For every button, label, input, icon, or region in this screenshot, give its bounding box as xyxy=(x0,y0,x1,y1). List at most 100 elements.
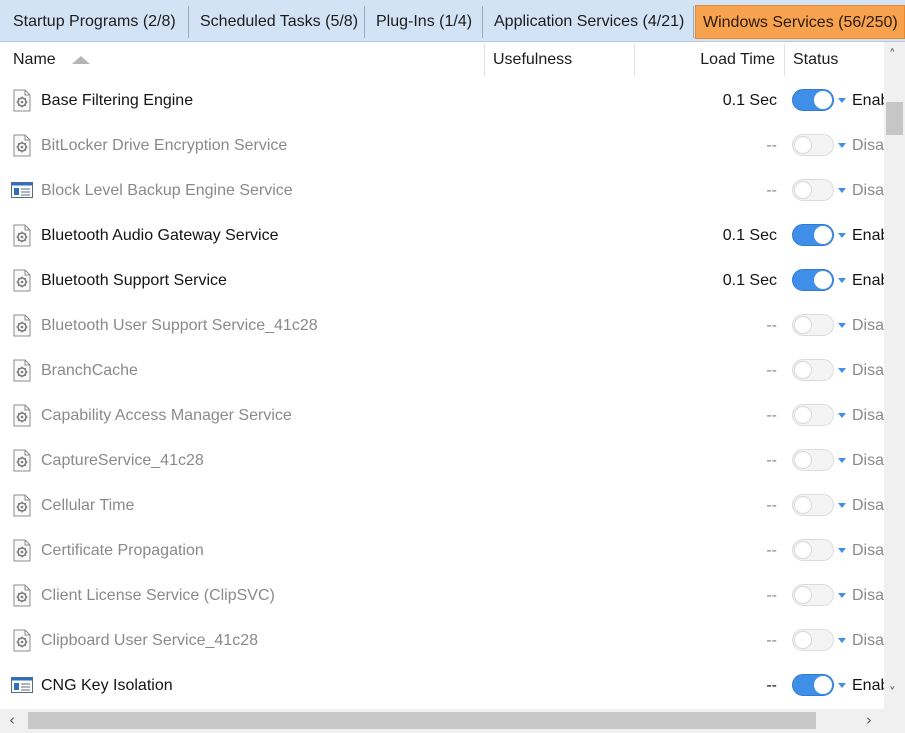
toggle-knob xyxy=(814,91,832,109)
status-toggle[interactable] xyxy=(792,449,834,471)
table-row[interactable]: Certificate Propagation -- Disabled xyxy=(0,528,884,573)
load-time-value: -- xyxy=(766,587,777,604)
load-time-value: -- xyxy=(766,452,777,469)
load-time-value: -- xyxy=(766,497,777,514)
status-label: Enabled xyxy=(852,677,884,694)
chevron-down-icon[interactable] xyxy=(838,683,846,688)
load-time-value: -- xyxy=(766,677,777,694)
service-name: Bluetooth Support Service xyxy=(41,272,227,289)
status-label: Enabled xyxy=(852,227,884,244)
status-toggle[interactable] xyxy=(792,584,834,606)
window-app-icon xyxy=(11,676,33,699)
table-row[interactable]: Base Filtering Engine 0.1 Sec Enabled xyxy=(0,78,884,123)
table-row[interactable]: Block Level Backup Engine Service -- Disab… xyxy=(0,168,884,213)
load-time-value: -- xyxy=(766,632,777,649)
service-icon xyxy=(12,89,32,112)
status-toggle[interactable] xyxy=(792,224,834,246)
status-toggle[interactable] xyxy=(792,179,834,201)
toggle-knob xyxy=(794,316,812,334)
scroll-right-icon[interactable]: › xyxy=(866,711,872,729)
status-toggle[interactable] xyxy=(792,674,834,696)
horizontal-scroll-thumb[interactable] xyxy=(28,712,816,729)
table-row[interactable]: Bluetooth Audio Gateway Service 0.1 Sec En… xyxy=(0,213,884,258)
category-tab-bar: Startup Programs (2/8) Scheduled Tasks (… xyxy=(0,0,905,42)
load-time-value: -- xyxy=(766,137,777,154)
load-time-value: 0.1 Sec xyxy=(722,227,777,244)
status-label: Disabled xyxy=(852,137,884,154)
chevron-down-icon[interactable] xyxy=(838,368,846,373)
column-divider[interactable] xyxy=(634,44,635,76)
load-time-value: -- xyxy=(766,182,777,199)
toggle-knob xyxy=(794,496,812,514)
table-row[interactable]: Client License Service (ClipSVC) -- Disabl… xyxy=(0,573,884,618)
service-icon xyxy=(12,449,32,472)
load-time-value: -- xyxy=(766,407,777,424)
chevron-down-icon[interactable] xyxy=(838,638,846,643)
tab-scheduled-tasks[interactable]: Scheduled Tasks (5/8) xyxy=(189,6,365,38)
table-row[interactable]: BranchCache -- Disabled xyxy=(0,348,884,393)
service-icon xyxy=(12,539,32,562)
status-toggle[interactable] xyxy=(792,314,834,336)
column-name-header[interactable]: Name xyxy=(13,42,56,78)
column-divider[interactable] xyxy=(784,44,785,76)
sort-ascending-icon xyxy=(72,56,90,64)
service-name: Clipboard User Service_41c28 xyxy=(41,632,258,649)
status-toggle[interactable] xyxy=(792,404,834,426)
scroll-up-icon[interactable]: ˄ xyxy=(889,48,896,63)
status-toggle[interactable] xyxy=(792,134,834,156)
table-row[interactable]: CNG Key Isolation -- Enabled xyxy=(0,663,884,708)
load-time-value: 0.1 Sec xyxy=(722,272,777,289)
tab-windows-services[interactable]: Windows Services (56/250) xyxy=(695,5,905,39)
service-icon xyxy=(12,134,32,157)
status-toggle[interactable] xyxy=(792,539,834,561)
chevron-down-icon[interactable] xyxy=(838,413,846,418)
toggle-knob xyxy=(794,181,812,199)
table-row[interactable]: Bluetooth Support Service 0.1 Sec Enabled xyxy=(0,258,884,303)
chevron-down-icon[interactable] xyxy=(838,548,846,553)
chevron-down-icon[interactable] xyxy=(838,188,846,193)
chevron-down-icon[interactable] xyxy=(838,503,846,508)
chevron-down-icon[interactable] xyxy=(838,143,846,148)
column-divider[interactable] xyxy=(484,44,485,76)
column-usefulness-header[interactable]: Usefulness xyxy=(493,42,572,78)
vertical-scroll-thumb[interactable] xyxy=(886,102,903,135)
scroll-down-icon[interactable]: ˅ xyxy=(889,686,896,701)
toggle-knob xyxy=(794,451,812,469)
chevron-down-icon[interactable] xyxy=(838,278,846,283)
horizontal-scrollbar[interactable]: ‹ › xyxy=(0,709,905,733)
table-row[interactable]: Bluetooth User Support Service_41c28 -- Di… xyxy=(0,303,884,348)
table-row[interactable]: Clipboard User Service_41c28 -- Disabled xyxy=(0,618,884,663)
chevron-down-icon[interactable] xyxy=(838,233,846,238)
table-row[interactable]: BitLocker Drive Encryption Service -- Disa… xyxy=(0,123,884,168)
table-row[interactable]: CaptureService_41c28 -- Disabled xyxy=(0,438,884,483)
column-load-time-header[interactable]: Load Time xyxy=(640,42,775,78)
service-icon xyxy=(12,494,32,517)
service-name: CNG Key Isolation xyxy=(41,677,173,694)
status-toggle[interactable] xyxy=(792,89,834,111)
status-toggle[interactable] xyxy=(792,494,834,516)
chevron-down-icon[interactable] xyxy=(838,98,846,103)
table-row[interactable]: Capability Access Manager Service -- Disab… xyxy=(0,393,884,438)
toggle-knob xyxy=(794,406,812,424)
scroll-left-icon[interactable]: ‹ xyxy=(9,711,15,729)
status-label: Disabled xyxy=(852,542,884,559)
load-time-value: -- xyxy=(766,317,777,334)
status-label: Disabled xyxy=(852,452,884,469)
status-label: Disabled xyxy=(852,317,884,334)
tab-application-services[interactable]: Application Services (4/21) xyxy=(483,6,694,38)
chevron-down-icon[interactable] xyxy=(838,593,846,598)
column-status-header[interactable]: Status xyxy=(793,42,838,78)
tab-plug-ins[interactable]: Plug-Ins (1/4) xyxy=(365,6,483,38)
status-label: Disabled xyxy=(852,632,884,649)
status-toggle[interactable] xyxy=(792,359,834,381)
vertical-scrollbar[interactable]: ˄ ˅ xyxy=(884,42,905,709)
chevron-down-icon[interactable] xyxy=(838,323,846,328)
chevron-down-icon[interactable] xyxy=(838,458,846,463)
status-toggle[interactable] xyxy=(792,269,834,291)
service-icon xyxy=(12,404,32,427)
status-toggle[interactable] xyxy=(792,629,834,651)
toggle-knob xyxy=(794,361,812,379)
tab-startup-programs[interactable]: Startup Programs (2/8) xyxy=(2,6,189,38)
table-row[interactable]: Cellular Time -- Disabled xyxy=(0,483,884,528)
status-label: Disabled xyxy=(852,587,884,604)
